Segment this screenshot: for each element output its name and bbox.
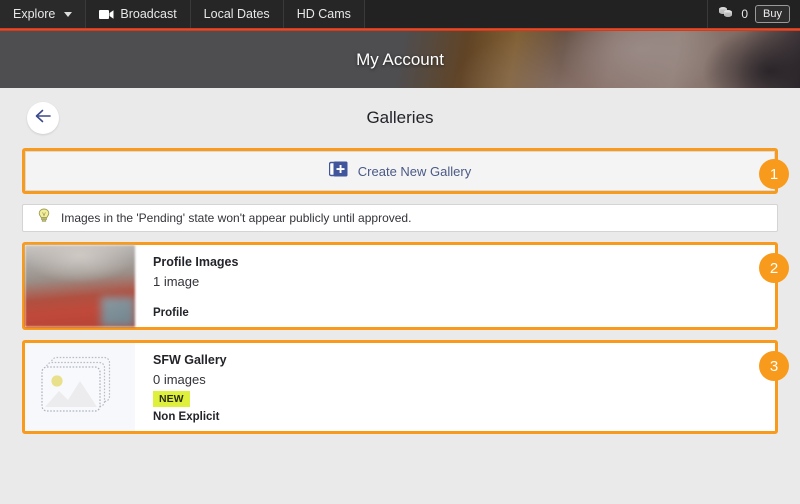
gallery-name: SFW Gallery: [153, 353, 227, 367]
account-banner: My Account: [0, 31, 800, 88]
banner-title: My Account: [356, 49, 444, 69]
nav-item-label: Local Dates: [203, 7, 270, 21]
pending-state-notice: Images in the 'Pending' state won't appe…: [22, 204, 778, 232]
annotation-box-3: 3 SFW Gallery 0 images NEW Non Explicit: [22, 340, 789, 434]
gallery-type-label: Non Explicit: [153, 411, 220, 423]
gallery-type-label: Profile: [153, 307, 189, 319]
gallery-row-profile-images[interactable]: Profile Images 1 image Profile: [25, 245, 775, 327]
nav-item-broadcast[interactable]: Broadcast: [86, 0, 191, 28]
annotation-marker-2: 2: [759, 253, 789, 283]
top-navigation-bar: Explore Broadcast Local Dates HD Cams 0 …: [0, 0, 800, 28]
annotation-marker-3: 3: [759, 351, 789, 381]
nav-item-label: HD Cams: [296, 7, 351, 21]
nav-item-label: Broadcast: [120, 7, 177, 21]
nav-item-explore[interactable]: Explore: [0, 0, 87, 28]
nav-spacer: [364, 0, 709, 28]
create-new-gallery-button[interactable]: Create New Gallery: [25, 151, 775, 191]
gallery-thumbnail[interactable]: [25, 343, 135, 431]
annotation-marker-1: 1: [759, 159, 789, 189]
placeholder-image-icon: [41, 355, 119, 420]
create-new-gallery-label: Create New Gallery: [357, 163, 472, 179]
chevron-down-icon: [64, 11, 73, 17]
page-header: Galleries: [22, 88, 778, 148]
coins-icon: [718, 5, 734, 24]
gallery-details: Profile Images 1 image Profile: [135, 245, 775, 327]
nav-item-local-dates[interactable]: Local Dates: [190, 0, 284, 28]
gallery-thumbnail[interactable]: [25, 245, 135, 327]
lightbulb-icon: [37, 208, 51, 229]
gallery-details: SFW Gallery 0 images NEW Non Explicit: [135, 343, 775, 431]
annotation-box-2: 2 Profile Images 1 image Profile: [22, 242, 789, 330]
coin-count: 0: [741, 7, 749, 21]
annotation-box-1: 1 Create New Gallery: [22, 148, 789, 194]
gallery-name: Profile Images: [153, 255, 239, 269]
gallery-image-count: 0 images: [153, 372, 206, 387]
gallery-image-count: 1 image: [153, 274, 200, 289]
video-camera-icon: [99, 9, 114, 20]
nav-item-hd-cams[interactable]: HD Cams: [283, 0, 365, 28]
page-body: Galleries 1 Create New Gallery Images in…: [0, 88, 800, 434]
nav-item-label: Explore: [13, 7, 56, 21]
page-title: Galleries: [366, 108, 434, 127]
add-images-icon: [328, 160, 349, 183]
nav-account-area: 0 Buy: [708, 0, 800, 28]
gallery-row-sfw-gallery[interactable]: SFW Gallery 0 images NEW Non Explicit: [25, 343, 775, 431]
buy-button[interactable]: Buy: [755, 5, 790, 23]
status-badge: NEW: [153, 391, 190, 407]
pending-state-notice-text: Images in the 'Pending' state won't appe…: [61, 211, 412, 225]
